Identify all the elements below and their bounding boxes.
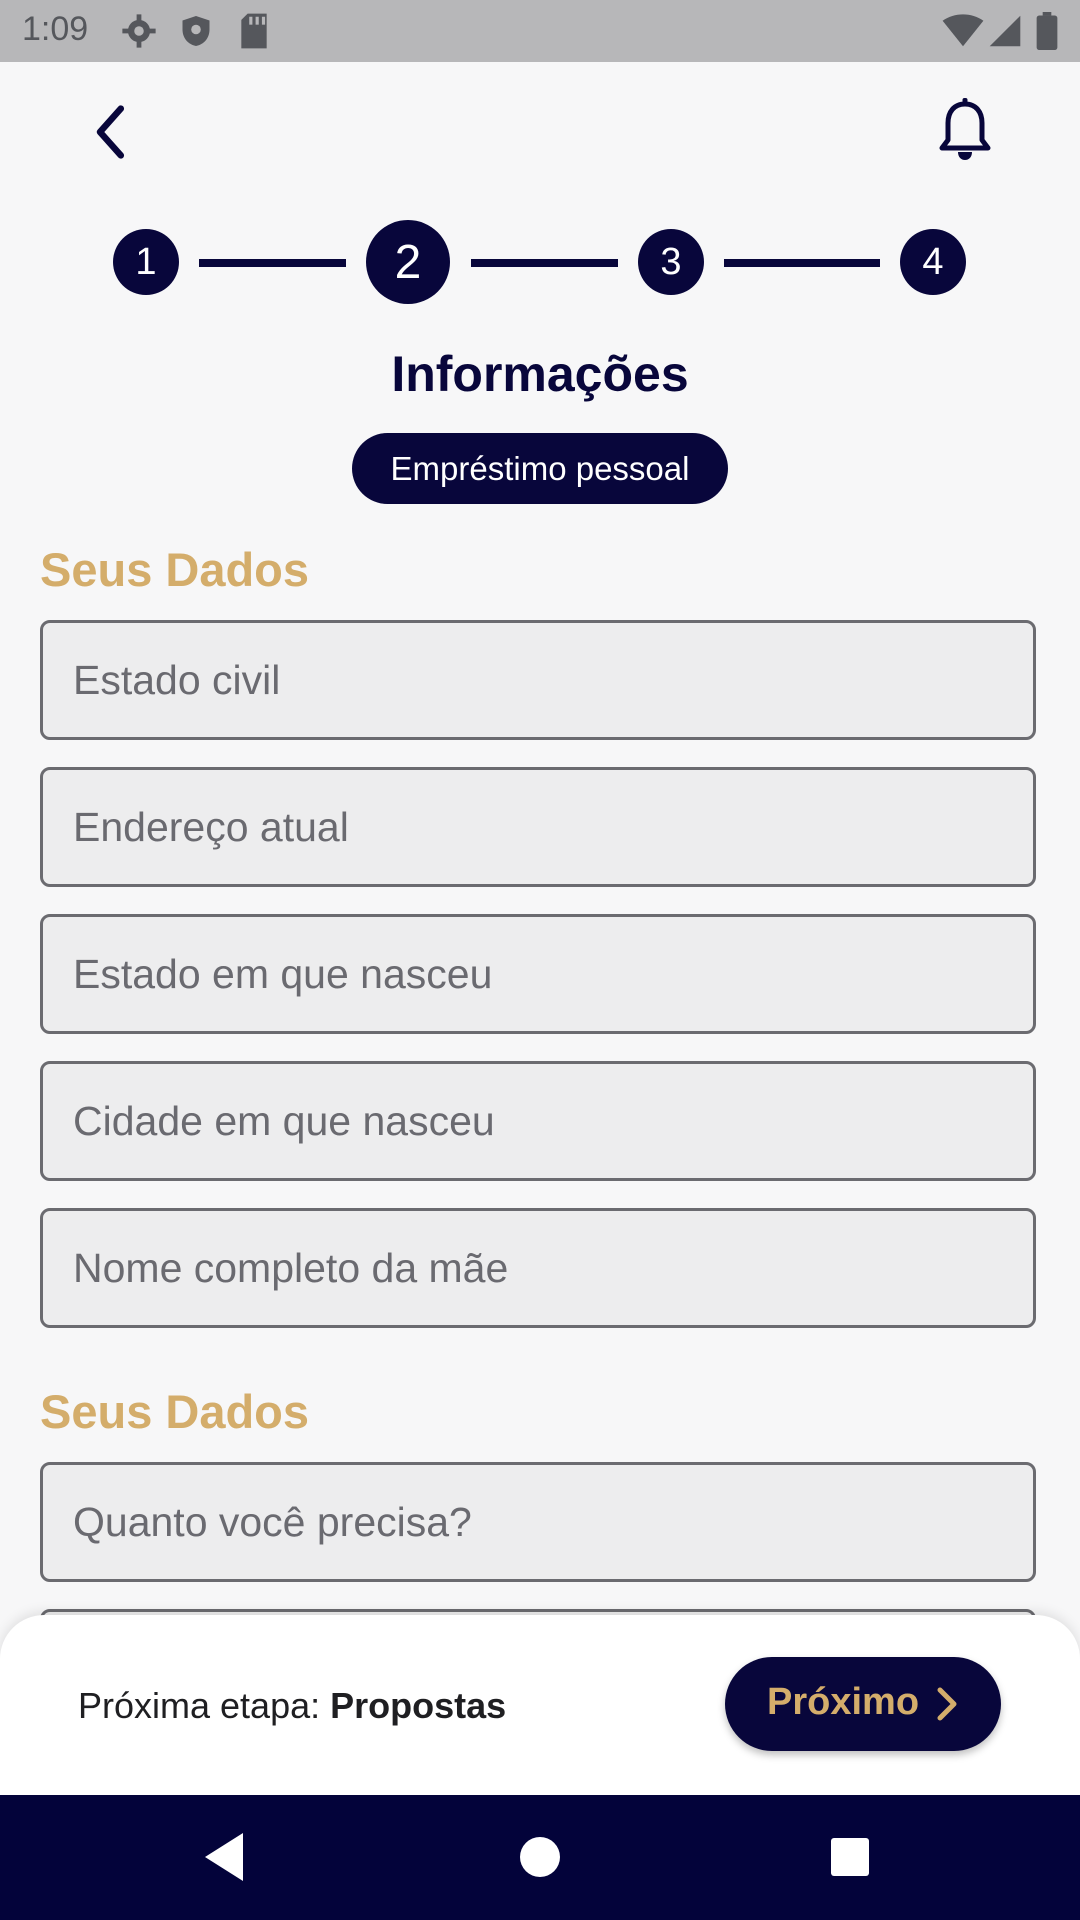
status-time: 1:09	[22, 10, 89, 48]
step-connector	[471, 259, 618, 267]
next-step-value: Propostas	[330, 1685, 507, 1726]
signal-icon	[988, 14, 1022, 53]
status-bar: 1:09	[0, 0, 1080, 62]
next-step-label: Próxima etapa:	[78, 1685, 321, 1726]
marital-status-input[interactable]	[43, 623, 1033, 737]
chevron-right-icon	[925, 1682, 969, 1726]
step-1: 1	[113, 229, 179, 295]
bell-icon	[920, 98, 1010, 176]
marital-status-field[interactable]	[40, 620, 1036, 740]
current-address-field[interactable]	[40, 767, 1036, 887]
back-arrow-icon	[60, 105, 140, 176]
birth-city-field[interactable]	[40, 1061, 1036, 1181]
back-button[interactable]	[60, 92, 140, 172]
top-app-bar	[0, 62, 1080, 192]
next-step-info: Próxima etapa: Propostas	[78, 1685, 506, 1727]
step-2-current: 2	[366, 220, 450, 304]
nav-recents-icon[interactable]	[818, 1825, 882, 1889]
loan-amount-input[interactable]	[43, 1465, 1033, 1579]
progress-stepper: 1 2 3 4	[0, 215, 1080, 310]
section-title: Seus Dados	[40, 543, 310, 596]
mother-name-field[interactable]	[40, 1208, 1036, 1328]
bottom-action-bar: Próxima etapa: Propostas Próximo	[0, 1615, 1080, 1795]
battery-icon	[1036, 12, 1058, 55]
notifications-button[interactable]	[920, 92, 1010, 172]
step-3: 3	[638, 229, 704, 295]
shield-icon	[178, 12, 214, 55]
page-title: Informações	[391, 346, 689, 402]
next-button[interactable]: Próximo	[725, 1657, 1001, 1751]
step-4: 4	[900, 229, 966, 295]
birth-city-input[interactable]	[43, 1064, 1033, 1178]
birth-state-field[interactable]	[40, 914, 1036, 1034]
settings-icon	[120, 12, 158, 55]
nav-back-icon[interactable]	[195, 1825, 259, 1889]
mother-name-input[interactable]	[43, 1211, 1033, 1325]
system-navigation-bar	[0, 1795, 1080, 1920]
current-address-input[interactable]	[43, 770, 1033, 884]
nav-home-icon[interactable]	[508, 1825, 572, 1889]
sd-card-icon	[238, 12, 270, 55]
loan-amount-field[interactable]	[40, 1462, 1036, 1582]
step-connector	[724, 259, 880, 267]
next-button-label: Próximo	[767, 1681, 920, 1723]
wifi-icon	[942, 14, 984, 53]
step-connector	[199, 259, 346, 267]
birth-state-input[interactable]	[43, 917, 1033, 1031]
loan-type-badge: Empréstimo pessoal	[352, 433, 728, 504]
section-title: Seus Dados	[40, 1385, 310, 1438]
